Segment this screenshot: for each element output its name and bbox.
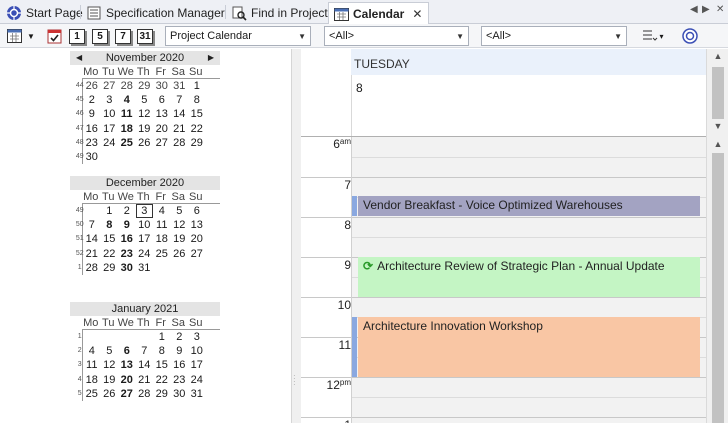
calendar-view-menu-button[interactable]: ▼ [6, 27, 36, 45]
tab-label: Find in Project [251, 6, 328, 20]
tab-find-in-project[interactable]: Find in Project [227, 2, 334, 24]
scrollbar-thumb[interactable] [712, 67, 724, 119]
hour-label: 7 [344, 178, 351, 192]
month-title: November 2020 [105, 52, 185, 64]
find-in-project-icon [231, 5, 247, 21]
checklist-icon [47, 29, 62, 44]
all-day-scrollbar[interactable]: ▲ ▼ [706, 49, 728, 137]
hour-label: 9 [344, 258, 351, 272]
filter-list-icon [643, 30, 658, 41]
filter-options-button[interactable]: ▾ [641, 27, 665, 45]
tab-label: Start Page [26, 6, 83, 20]
splitter-grip-icon: · · · · [293, 371, 296, 389]
week-row: 5 25 26 27 28 29 30 31 [77, 387, 203, 400]
all-day-area[interactable]: 8 [351, 75, 706, 137]
specification-manager-icon [86, 5, 102, 21]
week-row: 4 18 19 20 21 22 23 24 [77, 373, 203, 386]
day-view-button[interactable]: 1 [68, 27, 86, 45]
help-button[interactable] [681, 27, 699, 45]
time-grid-scrollbar[interactable]: ▲ [706, 137, 728, 423]
calendar-grid-icon [7, 29, 23, 43]
month-view-button[interactable]: 31 [136, 27, 154, 45]
tab-calendar[interactable]: Calendar ✕ [328, 2, 430, 25]
weekday-header: Mo Tu We Th Fr Sa Su [82, 65, 220, 79]
chevron-down-icon: ▼ [614, 31, 622, 41]
month-title: December 2020 [105, 177, 185, 189]
scroll-tabs-left-icon[interactable]: ◀ [690, 4, 698, 15]
close-icon[interactable]: ✕ [716, 4, 724, 15]
tab-bar: Start Page Specification Manager Find in… [0, 0, 728, 25]
time-grid[interactable]: Vendor Breakfast - Voice Optimized Wareh… [351, 137, 707, 423]
help-icon [682, 28, 698, 44]
tab-specification-manager[interactable]: Specification Manager [82, 2, 231, 24]
calendar-icon [333, 6, 349, 22]
month-days: 1123 2 4 5 6 7 8 9 10 3 11 12 13 14 15 16 17 4 18 19 20 21… [77, 330, 220, 401]
month-days: 44 26 27 28 29 30 31 1 45 2 3 4 5 6 7 8 46 9 10 11 12 13 14 1… [75, 79, 220, 165]
day-number: 8 [356, 81, 363, 95]
start-page-icon [6, 5, 22, 21]
chevron-down-icon: ▼ [27, 31, 35, 41]
work-week-view-button[interactable]: 5 [91, 27, 109, 45]
hour-label: 1 [301, 418, 351, 423]
hour-label: 8 [344, 218, 351, 232]
week-row: 45 2 3 4 5 6 7 8 [75, 94, 200, 107]
task-checklist-button[interactable] [46, 27, 64, 45]
week-row: 44 26 27 28 29 30 31 1 [75, 80, 200, 92]
week-row: 48 23 24 25 26 27 28 29 [75, 136, 203, 149]
calendar-select[interactable]: Project Calendar ▼ [165, 26, 311, 46]
mini-calendar-november: ◀ November 2020 ▶ Mo Tu We Th Fr Sa Su 44 26 27 2… [70, 51, 220, 165]
event-architecture-innovation-workshop[interactable]: Architecture Innovation Workshop [358, 317, 700, 377]
weekday-header: Mo Tu We Th Fr Sa Su [82, 190, 220, 204]
week-row: 1123 [77, 331, 200, 343]
week-row: 52 21 22 23 24 25 26 27 [75, 247, 203, 260]
day-header: TUESDAY [351, 49, 706, 75]
scroll-up-icon[interactable]: ▲ [707, 51, 728, 65]
tab-label: Calendar [353, 7, 405, 21]
recurring-icon: ⟳ [363, 259, 374, 273]
next-month-icon[interactable]: ▶ [208, 51, 214, 65]
hour-label: 12pm [326, 378, 351, 392]
filter-select-1[interactable]: <All> ▼ [324, 26, 469, 46]
filter-select-2[interactable]: <All> ▼ [481, 26, 627, 46]
tab-start-page[interactable]: Start Page [2, 2, 89, 24]
week-row: 49 30 [75, 150, 98, 163]
chevron-down-icon: ▾ [659, 31, 664, 41]
hour-label: 6am [333, 137, 351, 151]
chevron-down-icon: ▼ [456, 31, 464, 41]
chevron-down-icon: ▼ [298, 31, 306, 41]
pane-splitter[interactable]: · · · · [291, 49, 301, 423]
tab-label: Specification Manager [106, 6, 225, 20]
previous-month-icon[interactable]: ◀ [76, 51, 82, 65]
event-architecture-review[interactable]: ⟳ Architecture Review of Strategic Plan -… [358, 257, 700, 297]
toolbar: ▼ 1 5 7 31 Project Calendar ▼ <All> ▼ <A… [0, 24, 728, 48]
close-icon[interactable]: ✕ [412, 7, 422, 21]
mini-calendar-january: January 2021 Mo Tu We Th Fr Sa Su 1123 2456789… [70, 302, 220, 401]
month-days: 49 1 2 3 4 5 6 50 7 8 9 10 11 12 13 51 14 15 16 17 18 19 20 … [75, 204, 220, 275]
week-row: 51 14 15 16 17 18 19 20 [75, 233, 203, 246]
scroll-down-icon[interactable]: ▼ [707, 121, 728, 135]
hour-label: 10 [337, 298, 351, 312]
week-row: 1 28 29 30 31 [77, 261, 151, 274]
mini-calendar-pane: ◀ November 2020 ▶ Mo Tu We Th Fr Sa Su 44 26 27 2… [0, 49, 291, 423]
mini-calendar-december: December 2020 Mo Tu We Th Fr Sa Su 49 1 2 3 4 5 6 50… [70, 176, 220, 275]
weekday-header: Mo Tu We Th Fr Sa Su [82, 316, 220, 330]
week-row: 50 7 8 9 10 11 12 13 [75, 219, 203, 232]
day-view: TUESDAY 8 6am 7 8 9 10 11 12pm 1 [301, 49, 707, 423]
week-row: 2 4 5 6 7 8 9 10 [77, 345, 203, 358]
month-title: January 2021 [111, 303, 179, 315]
week-view-button[interactable]: 7 [114, 27, 132, 45]
week-row: 47 16 17 18 19 20 21 22 [75, 122, 203, 135]
scrollbar-thumb[interactable] [712, 153, 724, 423]
scroll-up-icon[interactable]: ▲ [707, 139, 728, 153]
week-row: 3 11 12 13 14 15 16 17 [77, 359, 203, 372]
week-row: 49 1 2 3 4 5 6 [75, 204, 200, 219]
week-row: 46 9 10 11 12 13 14 15 [75, 108, 203, 121]
scroll-tabs-right-icon[interactable]: ▶ [702, 4, 710, 15]
time-column: 6am 7 8 9 10 11 12pm 1 [301, 137, 351, 423]
event-vendor-breakfast[interactable]: Vendor Breakfast - Voice Optimized Wareh… [358, 196, 700, 216]
hour-label: 11 [338, 338, 351, 352]
